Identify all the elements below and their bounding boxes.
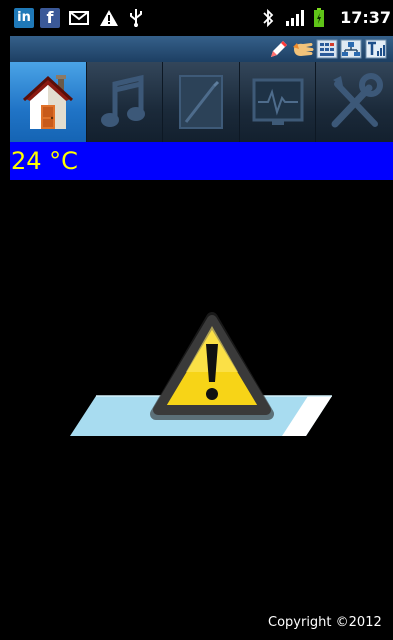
edit-icon[interactable] <box>267 39 291 59</box>
bluetooth-icon <box>260 7 276 29</box>
hand-icon[interactable] <box>291 39 315 59</box>
home-icon <box>22 75 73 129</box>
tab-music[interactable] <box>87 62 164 142</box>
notification-strip <box>10 36 393 62</box>
app-screen: in f 17:37 24 °C Copyright ©2012 <box>10 0 393 640</box>
status-time: 17:37 <box>340 8 391 27</box>
temperature-bar: 24 °C <box>10 142 393 180</box>
warning-icon <box>98 7 120 29</box>
warning-sign-illustration <box>70 312 332 436</box>
copyright-text: Copyright ©2012 <box>268 615 382 630</box>
facebook-icon: f <box>40 8 60 28</box>
tab-note[interactable] <box>163 62 240 142</box>
tools-icon <box>331 73 383 128</box>
tab-tools[interactable] <box>316 62 393 142</box>
music-icon <box>101 74 146 127</box>
note-icon <box>178 75 223 129</box>
keypad-icon[interactable] <box>316 39 338 59</box>
usb-icon <box>126 7 146 29</box>
mail-icon <box>68 7 90 29</box>
tab-monitor[interactable] <box>240 62 317 142</box>
linkedin-icon: in <box>14 8 34 28</box>
temperature-value: 24 °C <box>11 147 78 175</box>
battery-icon <box>312 7 326 29</box>
signal-t-icon[interactable] <box>365 39 387 59</box>
tab-home[interactable] <box>10 62 87 142</box>
network-icon[interactable] <box>340 39 362 59</box>
facebook-icon-text: f <box>46 8 54 27</box>
status-bar: in f 17:37 <box>10 0 393 36</box>
signal-icon <box>284 7 306 29</box>
linkedin-icon-text: in <box>17 10 31 25</box>
tab-bar <box>10 62 393 142</box>
monitor-icon <box>252 78 304 125</box>
